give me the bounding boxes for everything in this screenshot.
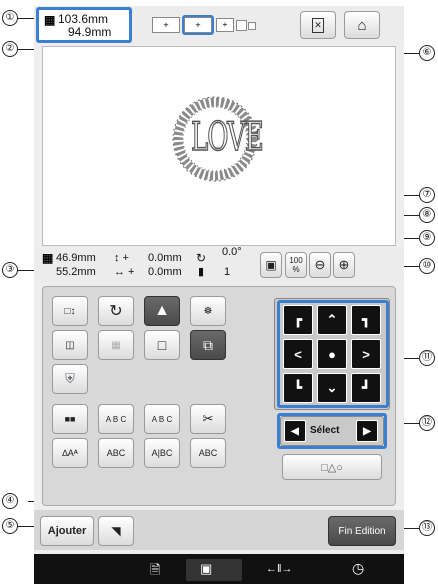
cut-button[interactable]: ✂ (190, 404, 226, 434)
camera-button[interactable]: ▣ (260, 252, 282, 278)
callout-13: ⑬ (419, 520, 435, 536)
love-text: LOVE (191, 115, 265, 162)
home-icon: ⌂ (357, 16, 367, 34)
palette-icon: ◫ (65, 339, 75, 351)
callout-9: ⑨ (419, 230, 435, 246)
mirror-icon: ▲ (154, 302, 170, 319)
border-button[interactable]: □ (144, 330, 180, 360)
frame-xsmall (236, 20, 247, 31)
callout-2: ② (2, 41, 18, 57)
rotate-button[interactable]: ↻ (98, 296, 134, 326)
machine-screen: ▦ 103.6mm 94.9mm + + + ✕ ⌂ LOVE ▦ 46.9mm… (34, 6, 404, 584)
pattern-width: 46.9mm (56, 252, 96, 264)
grid-icon: ▦ (111, 339, 121, 351)
color-shift-button[interactable]: ■■ (52, 404, 88, 434)
highlight-select (277, 413, 387, 449)
frame-small: + (216, 18, 234, 32)
abc-block-icon: ■■ (64, 414, 76, 424)
rotate-icon: ↻ (109, 303, 123, 320)
zoom-level-button[interactable]: 100 % (285, 252, 307, 278)
callout-7: ⑦ (419, 187, 435, 203)
callout-1: ① (2, 10, 18, 26)
frame-xxsmall (248, 22, 256, 30)
mirror-button[interactable]: ▲ (144, 296, 180, 326)
feed-icon[interactable]: ←‖→ (266, 563, 293, 575)
embroidery-frame-icon: ✕ (312, 17, 324, 33)
color-count: 1 (224, 266, 231, 278)
home-button[interactable]: ⌂ (344, 11, 380, 39)
camera-icon: ▣ (265, 258, 277, 272)
layers-icon: ⧉ (203, 336, 213, 353)
rotation-angle: 0.0° (222, 246, 242, 258)
group-button[interactable]: ⧉ (190, 330, 226, 360)
square-icon: □ (157, 337, 167, 353)
shapes-icon: □△○ (321, 461, 343, 474)
clock-icon[interactable]: ◷ (352, 560, 364, 577)
array-button: ▦ (98, 330, 134, 360)
zoom-in-button[interactable]: ⊕ (333, 252, 355, 278)
rotate-icon: ↻ (196, 251, 207, 265)
highlight-size (36, 7, 132, 43)
callout-3: ③ (2, 262, 18, 278)
horizontal-offset: 0.0mm (148, 266, 182, 278)
zoom-out-icon: ⊖ (314, 257, 326, 272)
scissors-icon: ✂ (202, 411, 214, 426)
vertical-offset: 0.0mm (148, 252, 182, 264)
appliqué-button[interactable]: ⛨ (52, 364, 88, 394)
callout-6: ⑥ (419, 45, 435, 61)
border-text-button[interactable]: ABC (190, 438, 226, 468)
spool-icon: ▮ (198, 266, 205, 278)
zoom-in-icon: ⊕ (338, 257, 350, 272)
callout-11: ⑪ (419, 350, 435, 366)
callout-10: ⑩ (419, 258, 435, 274)
highlight-frame (182, 15, 214, 35)
zoom-unit: % (292, 265, 300, 274)
shape-select-button[interactable]: □△○ (282, 454, 382, 480)
arc-up-button[interactable]: A B C (98, 404, 134, 434)
letter-spacing-button[interactable]: ABC (98, 438, 134, 468)
resize-icon: □↕ (64, 305, 76, 317)
arc-down-button[interactable]: A B C (144, 404, 180, 434)
shield-icon: ⛨ (65, 371, 75, 386)
document-icon[interactable]: 🗎 (150, 561, 160, 583)
density-icon: ☸ (203, 305, 213, 317)
cursor-button[interactable]: A|BC (144, 438, 180, 468)
horizontal-arrows: ↔ + (114, 266, 135, 278)
vertical-arrows: ↕ + (114, 252, 129, 264)
callout-8: ⑧ (419, 207, 435, 223)
zoom-out-button[interactable]: ⊖ (309, 252, 331, 278)
frame-large: + (152, 17, 180, 33)
eraser-icon: ◥ (111, 524, 121, 538)
view-button[interactable]: ✕ (300, 11, 336, 39)
callout-5: ⑤ (2, 518, 18, 534)
design-canvas[interactable]: LOVE (42, 46, 396, 246)
color-change-button[interactable]: ◫ (52, 330, 88, 360)
highlight-move-pad (277, 300, 389, 408)
presser-foot-icon[interactable]: ▣ (200, 561, 212, 577)
add-button[interactable]: Ajouter (40, 516, 94, 546)
callout-4: ④ (2, 493, 18, 509)
screen-figure: ① ② ③ ④ ⑤ ⑥ ⑦ ⑧ ⑨ ⑩ ⑪ ⑫ ⑬ ▦ 103.6mm 94.9… (0, 0, 438, 584)
density-button[interactable]: ☸ (190, 296, 226, 326)
size-button[interactable]: □↕ (52, 296, 88, 326)
delete-button[interactable]: ◥ (98, 516, 134, 546)
pattern-height: 55.2mm (56, 266, 96, 278)
end-edit-button[interactable]: Fin Edition (328, 516, 396, 546)
tool-slot (186, 559, 242, 581)
font-size-button[interactable]: ∆Aᴬ (52, 438, 88, 468)
size-icon: ▦ (42, 251, 54, 265)
callout-12: ⑫ (419, 415, 435, 431)
zoom-value: 100 (289, 256, 303, 265)
